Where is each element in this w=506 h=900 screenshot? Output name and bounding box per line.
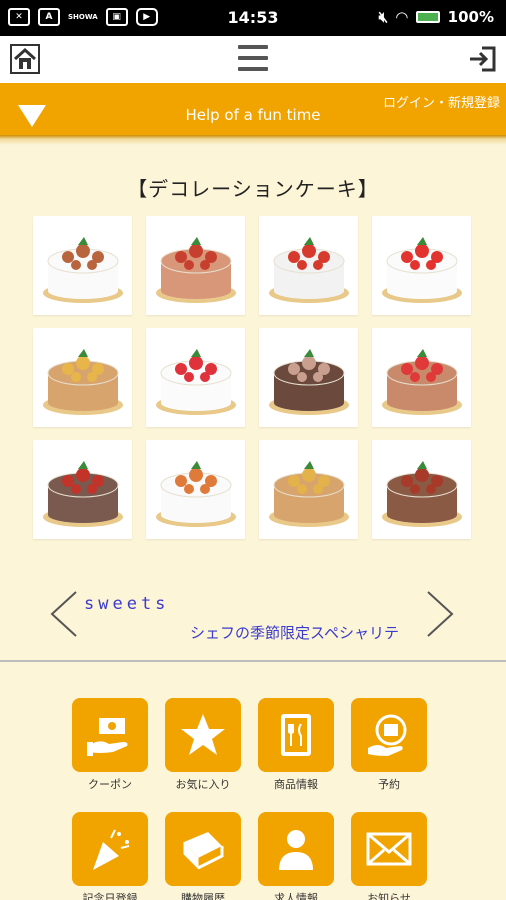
menu-tile-label: お気に入り <box>175 778 231 791</box>
cake-image <box>381 236 462 303</box>
cake-thumbnail[interactable] <box>146 440 245 539</box>
cake-grid <box>33 216 473 539</box>
feature-menu-grid: クーポン お気に入り 商品情報 予約 記念日登録 購物履歴 求人情報 お知らせ <box>72 698 427 900</box>
home-icon[interactable] <box>10 44 40 74</box>
menu-tile-label: クーポン <box>88 778 132 791</box>
mute-icon: 🔇︎ <box>378 8 389 26</box>
menu-tile-news[interactable]: お知らせ <box>351 812 427 900</box>
menu-tile-coupon[interactable]: クーポン <box>72 698 148 792</box>
login-icon[interactable] <box>468 46 496 72</box>
cake-image <box>268 348 349 415</box>
person-icon <box>279 830 313 870</box>
cake-thumbnail[interactable] <box>259 440 358 539</box>
section-divider <box>0 660 506 662</box>
battery-icon <box>415 11 440 23</box>
star-icon <box>181 714 225 755</box>
menu-book-icon <box>281 714 311 756</box>
cake-image <box>268 460 349 527</box>
carousel-sweets-label: sweets <box>84 594 170 614</box>
carousel-prev-arrow-icon[interactable] <box>48 590 80 638</box>
cake-image <box>42 348 123 415</box>
menu-tile-label: 商品情報 <box>274 778 318 791</box>
menu-tile-anniversary[interactable]: 記念日登録 <box>72 812 148 900</box>
banner-shadow <box>0 135 506 145</box>
cake-image <box>42 236 123 303</box>
top-nav-bar <box>0 36 506 83</box>
carousel-next-arrow-icon[interactable] <box>424 590 456 638</box>
cake-thumbnail[interactable] <box>33 440 132 539</box>
party-popper-icon <box>93 829 130 870</box>
cake-image <box>381 460 462 527</box>
menu-tile-label: 求人情報 <box>274 892 318 900</box>
status-right-icons: 🔇︎ ◠ 100% <box>379 8 494 26</box>
cake-thumbnail[interactable] <box>146 328 245 427</box>
menu-tile-jobs[interactable]: 求人情報 <box>258 812 334 900</box>
menu-tile-label: お知らせ <box>367 892 411 900</box>
cake-image <box>268 236 349 303</box>
cake-thumbnail[interactable] <box>259 216 358 315</box>
wifi-icon: ◠ <box>396 8 408 26</box>
cake-image <box>155 236 236 303</box>
cake-image <box>381 348 462 415</box>
cake-image <box>155 348 236 415</box>
login-register-link[interactable]: ログイン・新規登録 <box>383 92 500 111</box>
cake-thumbnail[interactable] <box>146 216 245 315</box>
cake-thumbnail[interactable] <box>33 328 132 427</box>
cake-thumbnail[interactable] <box>33 216 132 315</box>
menu-tile-reservation[interactable]: 予約 <box>351 698 427 792</box>
cake-thumbnail[interactable] <box>372 328 471 427</box>
history-book-icon <box>183 832 224 870</box>
menu-tile-history[interactable]: 購物履歴 <box>165 812 241 900</box>
menu-tile-favorites[interactable]: お気に入り <box>165 698 241 792</box>
cake-thumbnail[interactable] <box>372 216 471 315</box>
battery-percent: 100% <box>447 8 494 26</box>
coupon-icon <box>87 718 128 756</box>
cake-thumbnail[interactable] <box>372 440 471 539</box>
cake-image <box>155 460 236 527</box>
menu-tile-label: 予約 <box>378 778 400 791</box>
carousel-caption[interactable]: シェフの季節限定スペシャリテ <box>190 622 399 643</box>
menu-tile-label: 購物履歴 <box>181 892 225 900</box>
cake-thumbnail[interactable] <box>259 328 358 427</box>
menu-tile-label: 記念日登録 <box>82 892 138 900</box>
menu-tile-products[interactable]: 商品情報 <box>258 698 334 792</box>
mail-icon <box>366 832 412 866</box>
cake-image <box>42 460 123 527</box>
hamburger-menu-icon[interactable] <box>238 45 268 71</box>
status-bar: ✕ A SHOWA ▣ ▶ 14:53 🔇︎ ◠ 100% <box>0 0 506 36</box>
reservation-icon <box>368 714 407 756</box>
section-title: 【デコレーションケーキ】 <box>127 177 379 201</box>
